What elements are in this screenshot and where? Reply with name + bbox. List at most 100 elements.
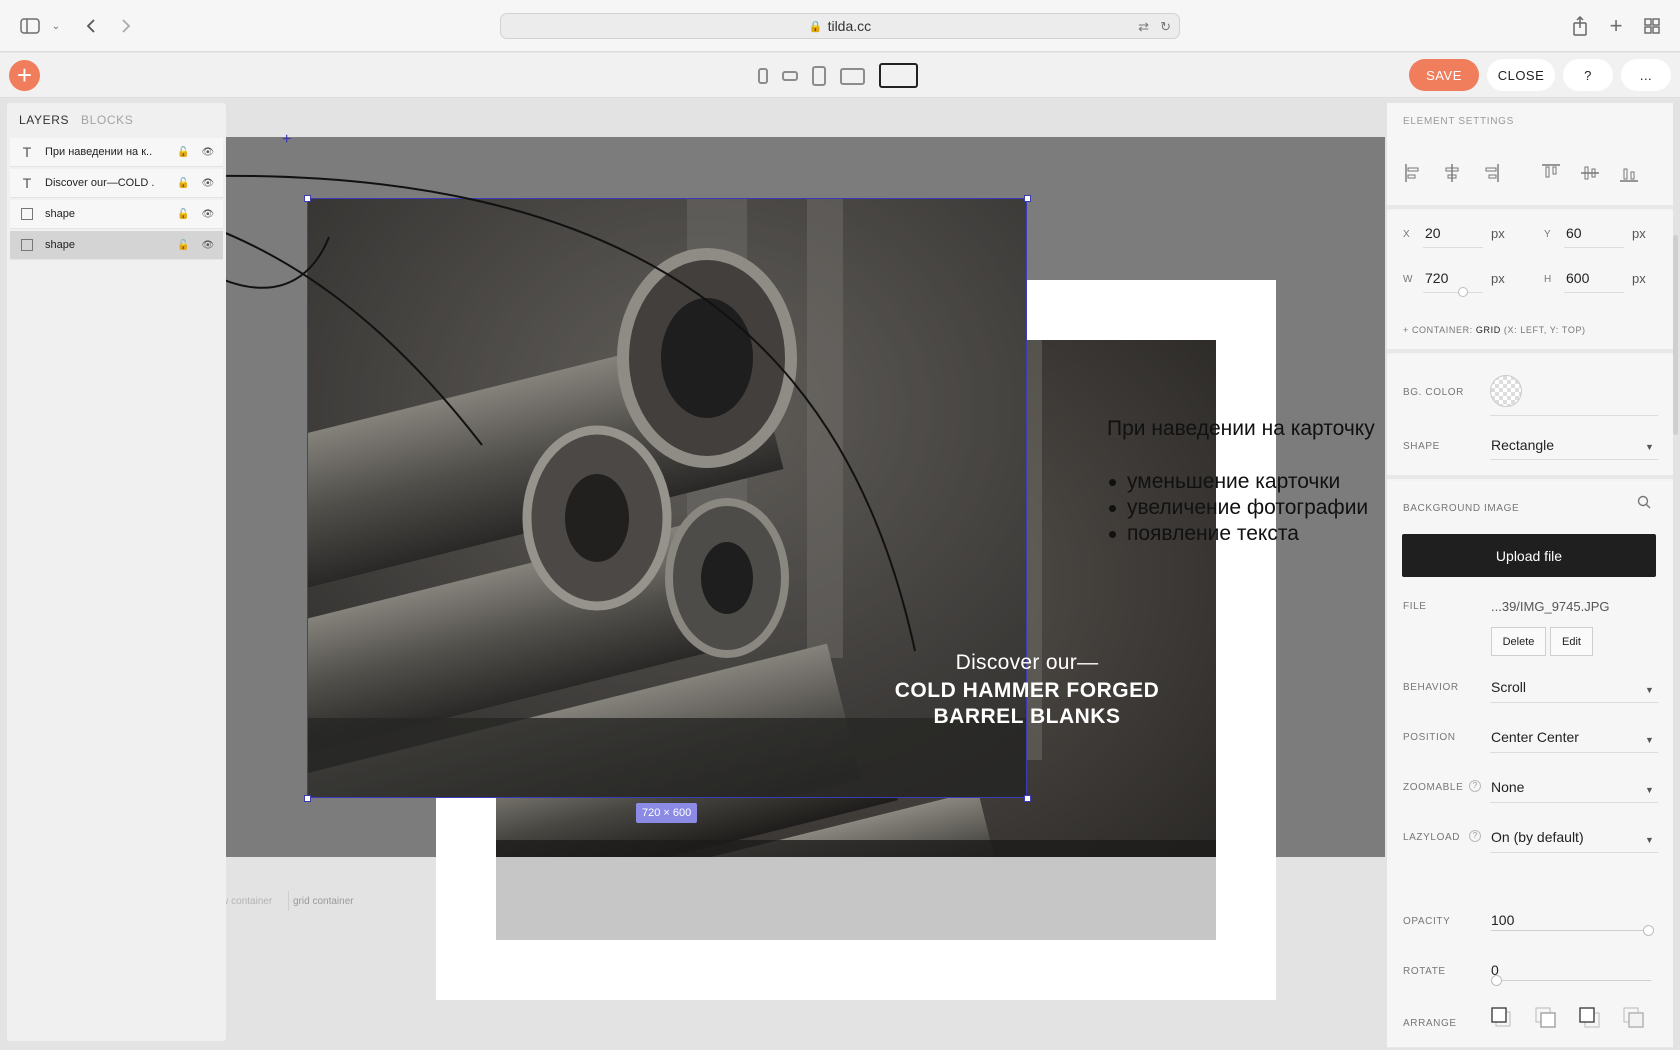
save-button[interactable]: SAVE <box>1409 59 1479 91</box>
share-icon[interactable] <box>1568 14 1592 38</box>
add-element-button[interactable]: + <box>9 60 40 91</box>
lock-icon[interactable]: 🔓 <box>177 209 189 220</box>
list-item: появление текста <box>1107 521 1368 547</box>
bring-to-front-icon[interactable] <box>1491 1006 1511 1027</box>
w-slider-knob[interactable] <box>1458 287 1468 297</box>
align-left-icon[interactable] <box>1404 163 1422 183</box>
card-photo-overflow <box>496 857 1216 940</box>
x-underline <box>1423 247 1483 248</box>
back-icon[interactable] <box>79 14 103 38</box>
x-label: X <box>1403 229 1411 240</box>
shape-select[interactable]: Rectangle <box>1491 437 1554 453</box>
tab-blocks[interactable]: BLOCKS <box>81 113 133 127</box>
align-bottom-icon[interactable] <box>1619 163 1638 183</box>
h-input[interactable]: 600 <box>1566 270 1589 286</box>
sidebar-toggle-icon[interactable] <box>18 14 42 38</box>
translate-icon[interactable]: ⇄ <box>1138 19 1149 35</box>
mobile-portrait-icon[interactable] <box>758 68 768 84</box>
address-bar[interactable]: 🔒 tilda.cc ⇄ ↻ <box>500 13 1180 39</box>
rotate-slider-track[interactable] <box>1491 980 1651 981</box>
tablet-landscape-icon[interactable] <box>840 68 865 85</box>
hover-text-title[interactable]: При наведении на карточку <box>1107 417 1375 441</box>
chevron-down-icon: ▼ <box>1645 735 1654 745</box>
mobile-landscape-icon[interactable] <box>782 71 798 81</box>
appearance-section: BG. COLOR SHAPE Rectangle ▼ <box>1387 355 1673 479</box>
search-icon[interactable] <box>1637 495 1651 512</box>
tab-layers[interactable]: LAYERS <box>19 113 69 127</box>
discover-line-2: COLD HAMMER FORGED <box>894 679 1160 702</box>
bg-image-label: BACKGROUND IMAGE <box>1403 503 1520 514</box>
behavior-select[interactable]: Scroll <box>1491 679 1526 695</box>
close-button[interactable]: CLOSE <box>1487 59 1555 91</box>
chevron-down-icon[interactable]: ⌄ <box>44 14 68 38</box>
layer-item[interactable]: shape 🔓 👁 <box>10 200 223 229</box>
container-setting[interactable]: + CONTAINER: GRID (X: LEFT, Y: TOP) <box>1403 325 1586 335</box>
eye-icon[interactable]: 👁 <box>201 240 214 251</box>
delete-file-button[interactable]: Delete <box>1491 627 1546 656</box>
bg-color-swatch[interactable] <box>1490 375 1522 407</box>
tab-overview-icon[interactable] <box>1640 14 1664 38</box>
upload-file-button[interactable]: Upload file <box>1402 534 1656 577</box>
resize-handle-br[interactable] <box>1024 795 1031 802</box>
bring-forward-icon[interactable] <box>1535 1006 1556 1028</box>
behavior-underline <box>1490 702 1658 703</box>
x-input[interactable]: 20 <box>1425 225 1441 241</box>
align-center-h-icon[interactable] <box>1443 163 1461 183</box>
align-middle-icon[interactable] <box>1580 163 1599 183</box>
resize-handle-tl[interactable] <box>304 195 311 202</box>
resize-handle-tr[interactable] <box>1024 195 1031 202</box>
send-to-back-icon[interactable] <box>1623 1006 1644 1028</box>
h-underline <box>1564 292 1624 293</box>
lazyload-select[interactable]: On (by default) <box>1491 829 1584 845</box>
reload-icon[interactable]: ↻ <box>1160 19 1171 35</box>
info-icon[interactable]: ? <box>1469 830 1481 842</box>
info-icon[interactable]: ? <box>1469 780 1481 792</box>
list-item: увеличение фотографии <box>1107 495 1368 521</box>
hover-text-list[interactable]: уменьшение карточки увеличение фотографи… <box>1107 469 1368 547</box>
zoomable-select[interactable]: None <box>1491 779 1524 795</box>
w-input[interactable]: 720 <box>1425 270 1448 286</box>
rotate-slider-knob[interactable] <box>1491 975 1502 986</box>
lazyload-label: LAZYLOAD <box>1403 832 1461 843</box>
lock-icon[interactable]: 🔓 <box>177 147 189 158</box>
tablet-portrait-icon[interactable] <box>812 66 826 86</box>
discover-text[interactable]: Discover our— COLD HAMMER FORGED BARREL … <box>860 651 1194 730</box>
grid-container-label[interactable]: grid container <box>293 896 354 907</box>
opacity-slider-track[interactable] <box>1491 930 1651 931</box>
help-button[interactable]: ? <box>1563 59 1613 91</box>
opacity-slider-knob[interactable] <box>1643 925 1654 936</box>
eye-icon[interactable]: 👁 <box>201 147 214 158</box>
opacity-input[interactable]: 100 <box>1491 912 1514 928</box>
layer-item[interactable]: T Discover our—COLD .. 🔓 👁 <box>10 169 223 198</box>
layer-item[interactable]: T При наведении на к.. 🔓 👁 <box>10 138 223 167</box>
layers-panel: LAYERS BLOCKS T При наведении на к.. 🔓 👁… <box>7 103 226 1041</box>
container-detail: (X: LEFT, Y: TOP) <box>1503 325 1586 335</box>
list-item: уменьшение карточки <box>1107 469 1368 495</box>
send-backward-icon[interactable] <box>1579 1006 1600 1028</box>
align-right-icon[interactable] <box>1482 163 1500 183</box>
lock-icon[interactable]: 🔓 <box>177 178 189 189</box>
lock-icon[interactable]: 🔓 <box>177 240 189 251</box>
desktop-icon[interactable] <box>879 63 918 88</box>
more-button[interactable]: ... <box>1621 59 1671 91</box>
shape-underline <box>1490 459 1658 460</box>
new-tab-icon[interactable]: + <box>1604 13 1628 38</box>
layers-tabs: LAYERS BLOCKS <box>19 113 133 127</box>
container-value: GRID <box>1475 325 1501 335</box>
eye-icon[interactable]: 👁 <box>201 209 214 220</box>
resize-handle-bl[interactable] <box>304 795 311 802</box>
arrange-label: ARRANGE <box>1403 1018 1457 1029</box>
transform-section: OPACITY 100 ROTATE 0 ARRANGE <box>1387 881 1673 1048</box>
forward-icon[interactable] <box>114 14 138 38</box>
position-select[interactable]: Center Center <box>1491 729 1579 745</box>
lock-icon: 🔒 <box>808 20 823 33</box>
settings-scrollbar[interactable] <box>1673 235 1678 435</box>
eye-icon[interactable]: 👁 <box>201 178 214 189</box>
edit-file-button[interactable]: Edit <box>1550 627 1593 656</box>
layer-item-selected[interactable]: shape 🔓 👁 <box>10 231 223 260</box>
position-size-section: X 20 px Y 60 px W 720 px H 600 px + CONT… <box>1387 211 1673 353</box>
layer-name: shape <box>45 239 75 251</box>
align-top-icon[interactable] <box>1541 163 1560 183</box>
y-input[interactable]: 60 <box>1566 225 1582 241</box>
position-underline <box>1490 752 1658 753</box>
